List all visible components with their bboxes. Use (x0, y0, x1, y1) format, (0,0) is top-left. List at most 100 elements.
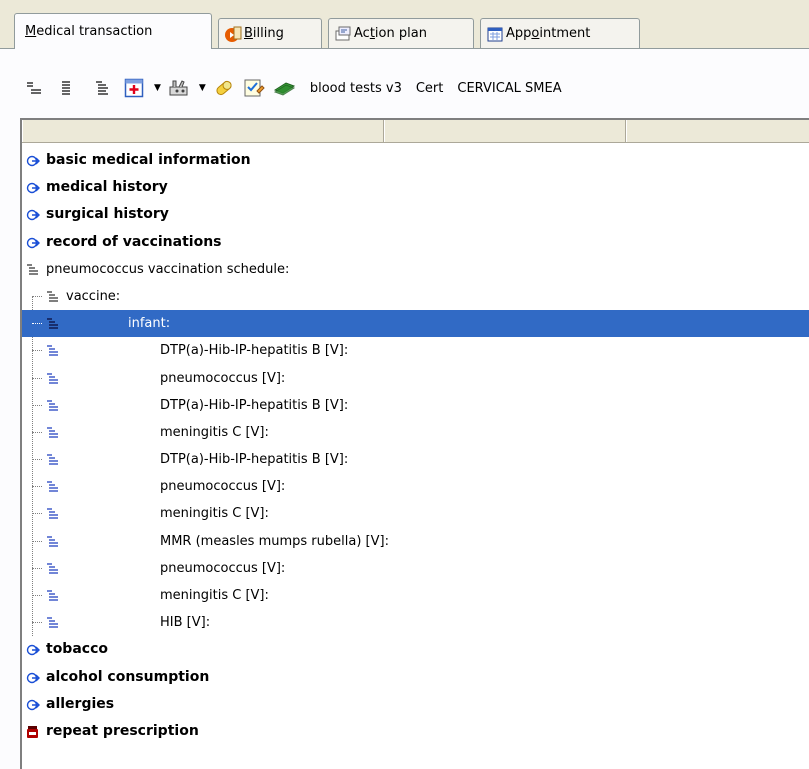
tools-dropdown-icon[interactable]: ▼ (199, 83, 206, 93)
lines-node-icon (47, 481, 58, 492)
pill-button[interactable] (212, 75, 236, 101)
tree-group-label: surgical history (46, 206, 169, 223)
tab-label: App (506, 26, 532, 41)
vaccine-item[interactable]: meningitis C [V]: (22, 582, 809, 609)
medical-tree: basic medical information medical histor… (22, 147, 809, 745)
vaccine-node[interactable]: vaccine: (22, 283, 809, 310)
lines-node-icon (47, 345, 58, 356)
lines-node-icon (47, 318, 58, 329)
shortcut-blood-tests[interactable]: blood tests v3 (310, 81, 402, 96)
vaccine-item[interactable]: pneumococcus [V]: (22, 555, 809, 582)
add-item-button[interactable] (122, 75, 146, 101)
infant-node[interactable]: infant: (22, 310, 809, 338)
tree-branch (32, 295, 42, 297)
action-plan-icon (335, 26, 351, 40)
vaccine-item-label: meningitis C [V]: (160, 588, 269, 603)
money-button[interactable] (272, 75, 296, 101)
add-item-icon (124, 78, 144, 98)
expand-arrow-icon (26, 155, 40, 167)
expand-lines-icon (96, 81, 108, 95)
tree-group[interactable]: repeat prescription (22, 718, 809, 745)
toolbar: ▼ ▼ blood tests v3 Cert CERVICAL SMEA (0, 67, 809, 109)
vaccine-item[interactable]: HIB [V]: (22, 609, 809, 636)
tab-billing[interactable]: Billing (218, 18, 322, 48)
column-header-1[interactable] (22, 120, 384, 142)
calendar-icon (487, 27, 503, 41)
lines-node-icon (47, 535, 58, 547)
lines-node-icon (47, 372, 58, 384)
expand-lines-button[interactable] (92, 75, 112, 101)
lines-node-icon (47, 427, 58, 438)
shortcut-cervical-smear[interactable]: CERVICAL SMEA (457, 81, 561, 96)
tree-branch (32, 323, 42, 325)
vaccine-item-label: HIB [V]: (160, 615, 211, 631)
vaccine-item[interactable]: pneumococcus [V]: (22, 473, 809, 500)
pill-icon (216, 80, 232, 96)
tree-group[interactable]: alcohol consumption (22, 664, 809, 691)
tree-group-label: medical history (46, 179, 168, 196)
tab-action-plan[interactable]: Ac t ion plan (328, 18, 474, 48)
column-lines-button[interactable] (56, 75, 76, 101)
tab-label: edical transaction (36, 24, 153, 39)
tab-accel: M (25, 24, 37, 39)
expand-arrow-icon (26, 210, 40, 221)
billing-icon (225, 26, 242, 42)
tools-button[interactable] (167, 75, 191, 101)
tab-medical-transaction[interactable]: Medical transaction (14, 13, 212, 49)
tree-panel: basic medical information medical histor… (20, 118, 809, 769)
vaccine-item[interactable]: DTP(a)-Hib-IP-hepatitis B [V]: (22, 392, 809, 419)
vaccine-item-label: MMR (measles mumps rubella) [V]: (160, 533, 389, 549)
schedule-node[interactable]: pneumococcus vaccination schedule: (22, 256, 809, 283)
checklist-button[interactable] (242, 75, 266, 101)
tree-branch (32, 595, 42, 596)
tree-branch (32, 567, 42, 569)
tree-group-label: tobacco (46, 641, 108, 658)
checklist-icon (244, 79, 265, 97)
lines-node-icon (47, 590, 58, 601)
lines-node-icon (47, 563, 58, 574)
shortcut-cert[interactable]: Cert (416, 81, 444, 96)
lines-node-icon (47, 617, 58, 628)
add-item-dropdown-icon[interactable]: ▼ (154, 83, 161, 93)
vaccine-item-label: DTP(a)-Hib-IP-hepatitis B [V]: (160, 452, 349, 468)
vaccine-label: vaccine: (66, 288, 121, 304)
vaccine-item[interactable]: meningitis C [V]: (22, 419, 809, 446)
tab-label: ion plan (374, 26, 427, 41)
tree-group[interactable]: basic medical information (22, 147, 809, 174)
vaccine-item[interactable]: MMR (measles mumps rubella) [V]: (22, 528, 809, 555)
tree-group-label: allergies (46, 695, 115, 712)
tree-group-label: basic medical information (46, 152, 251, 168)
vaccine-item[interactable]: DTP(a)-Hib-IP-hepatitis B [V]: (22, 337, 809, 364)
tree-branch (32, 513, 42, 515)
expand-arrow-icon (26, 699, 40, 710)
tree-group[interactable]: tobacco (22, 636, 809, 663)
vaccine-item[interactable]: pneumococcus [V]: (22, 365, 809, 392)
column-header-3[interactable] (626, 120, 809, 142)
vaccine-item-label: pneumococcus [V]: (160, 479, 286, 495)
tab-bar: Medical transaction Billing Ac t ion plan … (0, 0, 809, 769)
tree-branch (32, 486, 42, 488)
tree-group[interactable]: medical history (22, 174, 809, 201)
column-header (22, 120, 809, 143)
tree-group[interactable]: surgical history (22, 201, 809, 228)
tree-branch (32, 350, 42, 352)
tab-appointment[interactable]: App o intment (480, 18, 640, 48)
lines-node-icon (27, 264, 38, 275)
vaccine-item-label: pneumococcus [V]: (160, 370, 286, 386)
tree-branch (32, 404, 42, 406)
vaccine-item-label: DTP(a)-Hib-IP-hepatitis B [V]: (160, 343, 349, 359)
vaccine-item-label: DTP(a)-Hib-IP-hepatitis B [V]: (160, 397, 349, 413)
vaccine-item[interactable]: DTP(a)-Hib-IP-hepatitis B [V]: (22, 446, 809, 473)
tree-group[interactable]: record of vaccinations (22, 229, 809, 256)
vaccine-item[interactable]: meningitis C [V]: (22, 500, 809, 527)
collapse-lines-button[interactable] (24, 75, 44, 101)
expand-arrow-icon (26, 645, 40, 656)
tree-group[interactable]: allergies (22, 691, 809, 718)
vaccine-item-label: pneumococcus [V]: (160, 560, 286, 576)
lines-node-icon (47, 454, 58, 465)
tree-group-label: repeat prescription (46, 722, 199, 739)
lines-node-icon (47, 291, 58, 302)
schedule-label: pneumococcus vaccination schedule: (46, 261, 290, 277)
column-header-2[interactable] (384, 120, 626, 142)
lines-node-icon (47, 508, 58, 520)
